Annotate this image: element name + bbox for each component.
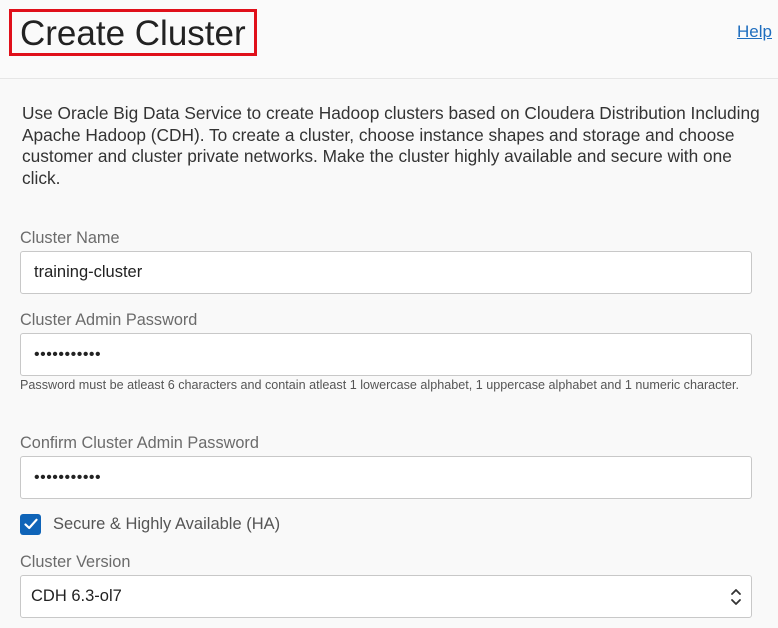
secure-ha-row: Secure & Highly Available (HA) [20,512,280,536]
admin-password-label: Cluster Admin Password [20,311,198,329]
chevron-up-down-icon [731,589,741,605]
cluster-version-select[interactable]: CDH 6.3-ol7 [20,575,752,618]
cluster-name-label: Cluster Name [20,229,120,247]
cluster-name-input[interactable]: training-cluster [20,251,752,294]
intro-text: Use Oracle Big Data Service to create Ha… [22,103,760,188]
page-header: Create Cluster Help [0,0,778,79]
admin-password-input[interactable]: ••••••••••• [20,333,752,376]
cluster-version-label: Cluster Version [20,553,131,571]
page-title: Create Cluster [20,14,246,53]
cluster-version-value: CDH 6.3-ol7 [31,587,122,605]
password-hint: Password must be atleast 6 characters an… [20,378,739,392]
secure-ha-checkbox[interactable] [20,513,41,535]
confirm-password-input[interactable]: ••••••••••• [20,456,752,499]
confirm-password-label: Confirm Cluster Admin Password [20,434,259,452]
secure-ha-label: Secure & Highly Available (HA) [53,514,281,533]
checkmark-icon [23,518,38,530]
help-link[interactable]: Help [737,22,772,42]
